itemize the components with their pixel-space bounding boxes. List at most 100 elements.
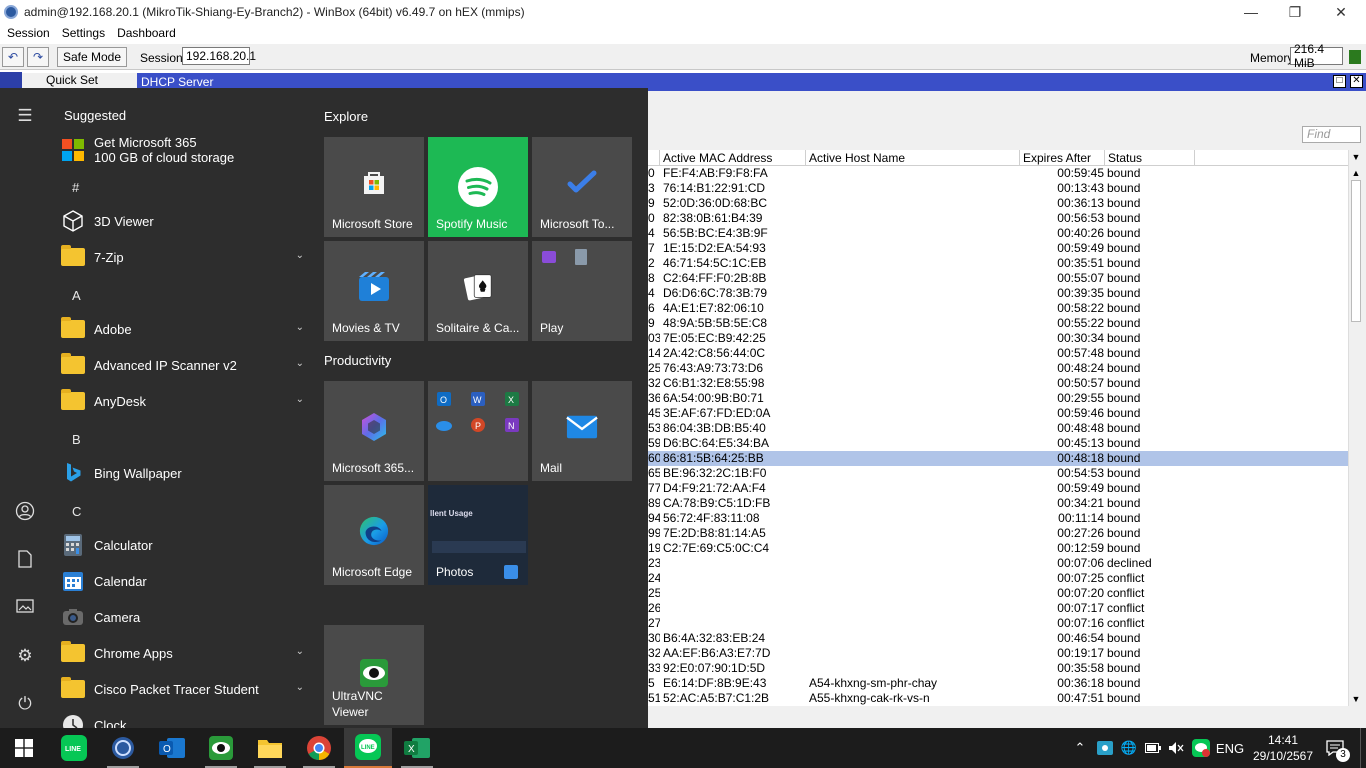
app-camera[interactable]: Camera	[60, 600, 310, 634]
notification-center-icon[interactable]: 3	[1322, 728, 1350, 768]
table-row[interactable]: 8 C2:64:FF:F0:2B:8B 00:55:07 bound	[648, 271, 1348, 286]
undo-button[interactable]: ↶	[2, 47, 24, 67]
table-row[interactable]: 03 7E:05:EC:B9:42:25 00:30:34 bound	[648, 331, 1348, 346]
tile-spotify[interactable]: Spotify Music	[428, 137, 528, 237]
tile-microsoft-todo[interactable]: Microsoft To...	[532, 137, 632, 237]
tile-play-folder[interactable]: Play	[532, 241, 632, 341]
table-row[interactable]: 60 86:81:5B:64:25:BB 00:48:18 bound	[648, 451, 1348, 466]
app-get-microsoft-365[interactable]: Get Microsoft 365 100 GB of cloud storag…	[60, 132, 310, 168]
chevron-down-icon[interactable]: ⌄	[296, 322, 304, 333]
table-row[interactable]: 7 1E:15:D2:EA:54:93 00:59:49 bound	[648, 241, 1348, 256]
find-input[interactable]: Find	[1302, 126, 1361, 143]
taskbar-winbox-icon[interactable]	[99, 728, 147, 768]
table-row[interactable]: 65 BE:96:32:2C:1B:F0 00:54:53 bound	[648, 466, 1348, 481]
app-3d-viewer[interactable]: 3D Viewer	[60, 204, 310, 238]
menu-dashboard[interactable]: Dashboard	[117, 26, 176, 40]
table-row[interactable]: 25 76:43:A9:73:73:D6 00:48:24 bound	[648, 361, 1348, 376]
input-language[interactable]: ENG	[1214, 728, 1246, 768]
hamburger-icon[interactable]: ☰	[15, 106, 35, 126]
tile-office-folder[interactable]: O W X P N	[428, 381, 528, 481]
table-row[interactable]: 23 00:07:06 declined	[648, 556, 1348, 571]
app-calendar[interactable]: Calendar	[60, 564, 310, 598]
app-adobe[interactable]: Adobe ⌄	[60, 312, 310, 346]
table-row[interactable]: 9 52:0D:36:0D:68:BC 00:36:13 bound	[648, 196, 1348, 211]
tile-mail[interactable]: Mail	[532, 381, 632, 481]
table-row[interactable]: 94 56:72:4F:83:11:08 00:11:14 bound	[648, 511, 1348, 526]
table-row[interactable]: 30 B6:4A:32:83:EB:24 00:46:54 bound	[648, 631, 1348, 646]
table-row[interactable]: 59 D6:BC:64:E5:34:BA 00:45:13 bound	[648, 436, 1348, 451]
chevron-down-icon[interactable]: ⌄	[296, 394, 304, 405]
letter-a[interactable]: A	[72, 288, 81, 303]
tray-app-icon[interactable]	[1095, 728, 1115, 768]
leases-scrollbar[interactable]: ▼ ▲ ▼	[1348, 150, 1362, 706]
table-row[interactable]: 14 2A:42:C8:56:44:0C 00:57:48 bound	[648, 346, 1348, 361]
table-row[interactable]: 4 D6:D6:6C:78:3B:79 00:39:35 bound	[648, 286, 1348, 301]
table-row[interactable]: 45 3E:AF:67:FD:ED:0A 00:59:46 bound	[648, 406, 1348, 421]
settings-gear-icon[interactable]: ⚙	[15, 646, 35, 666]
table-row[interactable]: 5 E6:14:DF:8B:9E:43 A54-khxng-sm-phr-chay 0…	[648, 676, 1348, 691]
col-header-host[interactable]: Active Host Name	[806, 150, 1020, 166]
table-row[interactable]: 51 52:AC:A5:B7:C1:2B A55-khxng-cak-rk-vs-n…	[648, 691, 1348, 706]
table-row[interactable]: 36 6A:54:00:9B:B0:71 00:29:55 bound	[648, 391, 1348, 406]
taskbar-outlook-icon[interactable]: O	[148, 728, 196, 768]
table-row[interactable]: 53 86:04:3B:DB:B5:40 00:48:48 bound	[648, 421, 1348, 436]
show-desktop-button[interactable]	[1360, 728, 1366, 768]
table-row[interactable]: 9 48:9A:5B:5B:5E:C8 00:55:22 bound	[648, 316, 1348, 331]
col-header-id[interactable]	[648, 150, 660, 166]
tile-microsoft-store[interactable]: Microsoft Store	[324, 137, 424, 237]
taskbar-line-icon[interactable]: LINE	[50, 728, 98, 768]
table-row[interactable]: 4 56:5B:BC:E4:3B:9F 00:40:26 bound	[648, 226, 1348, 241]
window-maximize-icon[interactable]: □	[1333, 75, 1346, 88]
power-icon[interactable]: ⏻	[15, 694, 35, 714]
col-header-status[interactable]: Status	[1105, 150, 1195, 166]
user-icon[interactable]	[15, 501, 35, 521]
scroll-up-icon[interactable]: ▲	[1349, 166, 1363, 180]
app-cisco-packet-tracer[interactable]: Cisco Packet Tracer Student ⌄	[60, 672, 310, 706]
table-row[interactable]: 25 00:07:20 conflict	[648, 586, 1348, 601]
app-calculator[interactable]: Calculator	[60, 528, 310, 562]
app-chrome-apps[interactable]: Chrome Apps ⌄	[60, 636, 310, 670]
table-row[interactable]: 3 76:14:B1:22:91:CD 00:13:43 bound	[648, 181, 1348, 196]
app-anydesk[interactable]: AnyDesk ⌄	[60, 384, 310, 418]
table-row[interactable]: 27 00:07:16 conflict	[648, 616, 1348, 631]
clock[interactable]: 14:41 29/10/2567	[1246, 728, 1320, 768]
close-button[interactable]: ✕	[1318, 0, 1364, 24]
taskbar-line-active-icon[interactable]: LINE	[344, 728, 392, 768]
chevron-down-icon[interactable]: ⌄	[296, 682, 304, 693]
window-close-icon[interactable]: ✕	[1350, 75, 1363, 88]
table-row[interactable]: 32 AA:EF:B6:A3:E7:7D 00:19:17 bound	[648, 646, 1348, 661]
letter-b[interactable]: B	[72, 432, 81, 447]
show-hidden-icons-chevron-icon[interactable]: ⌃	[1070, 728, 1090, 768]
start-button[interactable]	[0, 728, 48, 768]
taskbar-chrome-icon[interactable]	[295, 728, 343, 768]
tile-microsoft-edge[interactable]: Microsoft Edge	[324, 485, 424, 585]
restore-button[interactable]: ❐	[1272, 0, 1318, 24]
tile-solitaire[interactable]: Solitaire & Ca...	[428, 241, 528, 341]
line-tray-icon[interactable]	[1190, 728, 1212, 768]
scroll-thumb[interactable]	[1351, 180, 1361, 322]
network-globe-icon[interactable]: 🌐	[1119, 728, 1139, 768]
app-bing-wallpaper[interactable]: Bing Wallpaper	[60, 456, 310, 490]
scroll-down-icon[interactable]: ▼	[1349, 692, 1363, 706]
tile-photos[interactable]: llent Usage Photos	[428, 485, 528, 585]
tile-microsoft-365[interactable]: Microsoft 365...	[324, 381, 424, 481]
volume-muted-icon[interactable]	[1166, 728, 1186, 768]
table-row[interactable]: 0 FE:F4:AB:F9:F8:FA 00:59:45 bound	[648, 166, 1348, 181]
letter-c[interactable]: C	[72, 504, 81, 519]
chevron-down-icon[interactable]: ⌄	[296, 358, 304, 369]
scroll-menu-icon[interactable]: ▼	[1349, 150, 1363, 164]
table-row[interactable]: 24 00:07:25 conflict	[648, 571, 1348, 586]
table-row[interactable]: 33 92:E0:07:90:1D:5D 00:35:58 bound	[648, 661, 1348, 676]
app-clock[interactable]: Clock	[60, 708, 310, 728]
taskbar-excel-icon[interactable]: X	[393, 728, 441, 768]
app-7zip[interactable]: 7-Zip ⌄	[60, 240, 310, 274]
menu-session[interactable]: Session	[7, 26, 50, 40]
minimize-button[interactable]: —	[1228, 0, 1274, 24]
session-field[interactable]: 192.168.20.1	[182, 47, 256, 65]
taskbar-file-explorer-icon[interactable]	[246, 728, 294, 768]
table-row[interactable]: 6 4A:E1:E7:82:06:10 00:58:22 bound	[648, 301, 1348, 316]
table-row[interactable]: 0 82:38:0B:61:B4:39 00:56:53 bound	[648, 211, 1348, 226]
chevron-down-icon[interactable]: ⌄	[296, 646, 304, 657]
taskbar-ultravnc-icon[interactable]	[197, 728, 245, 768]
menu-settings[interactable]: Settings	[62, 26, 105, 40]
